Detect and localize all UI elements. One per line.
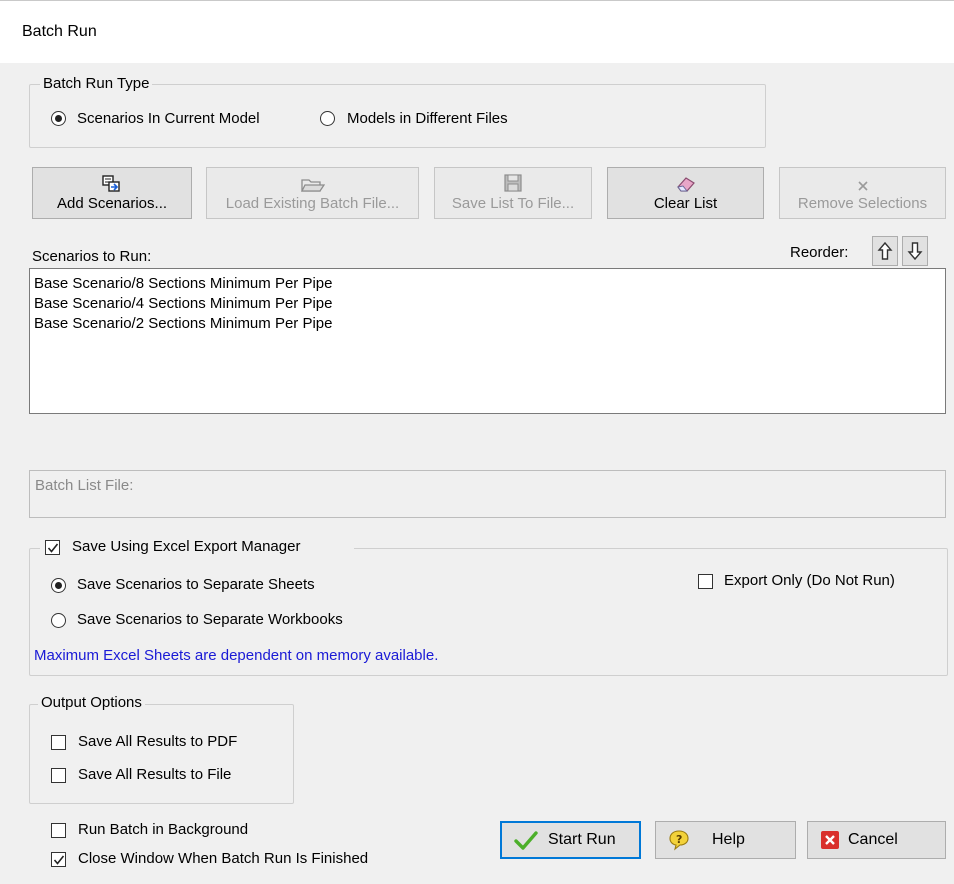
output-options-group bbox=[29, 704, 294, 804]
add-scenarios-label: Add Scenarios... bbox=[56, 195, 168, 212]
scenarios-list[interactable]: Base Scenario/8 Sections Minimum Per Pip… bbox=[29, 268, 946, 414]
run-background-checkbox[interactable] bbox=[51, 823, 66, 838]
batch-list-file-label: Batch List File: bbox=[35, 477, 134, 494]
move-up-button[interactable] bbox=[872, 236, 898, 266]
export-only-checkbox[interactable] bbox=[698, 574, 713, 589]
remove-x-icon bbox=[856, 171, 870, 193]
list-item[interactable]: Base Scenario/2 Sections Minimum Per Pip… bbox=[34, 314, 941, 334]
load-existing-batch-file-button[interactable]: Load Existing Batch File... bbox=[206, 167, 419, 219]
models-different-files-radio[interactable] bbox=[320, 111, 335, 126]
open-folder-icon bbox=[300, 171, 325, 193]
reorder-label: Reorder: bbox=[790, 244, 849, 261]
run-background-label[interactable]: Run Batch in Background bbox=[78, 821, 248, 838]
remove-selections-label: Remove Selections bbox=[797, 195, 928, 212]
scenarios-current-model-label[interactable]: Scenarios In Current Model bbox=[77, 110, 260, 127]
separate-workbooks-label[interactable]: Save Scenarios to Separate Workbooks bbox=[77, 611, 343, 628]
svg-text:?: ? bbox=[676, 833, 682, 846]
batch-list-file-field: Batch List File: bbox=[29, 470, 946, 518]
cancel-button[interactable]: Cancel bbox=[807, 821, 946, 859]
help-button[interactable]: ? Help bbox=[655, 821, 796, 859]
load-existing-batch-file-label: Load Existing Batch File... bbox=[225, 195, 400, 212]
excel-memory-note: Maximum Excel Sheets are dependent on me… bbox=[34, 647, 439, 664]
help-label: Help bbox=[712, 831, 745, 848]
title-bar: Batch Run bbox=[0, 0, 954, 63]
window-title: Batch Run bbox=[22, 23, 97, 40]
save-list-to-file-label: Save List To File... bbox=[451, 195, 575, 212]
cancel-x-icon bbox=[820, 830, 840, 850]
help-icon: ? bbox=[668, 829, 690, 851]
clear-list-label: Clear List bbox=[653, 195, 718, 212]
cancel-label: Cancel bbox=[848, 831, 898, 848]
separate-workbooks-radio[interactable] bbox=[51, 613, 66, 628]
start-run-label: Start Run bbox=[548, 831, 616, 848]
down-arrow-icon bbox=[907, 242, 923, 261]
separate-sheets-label[interactable]: Save Scenarios to Separate Sheets bbox=[77, 576, 315, 593]
remove-selections-button[interactable]: Remove Selections bbox=[779, 167, 946, 219]
save-disk-icon bbox=[503, 171, 523, 193]
save-list-to-file-button[interactable]: Save List To File... bbox=[434, 167, 592, 219]
scenarios-to-run-label: Scenarios to Run: bbox=[32, 248, 152, 265]
export-only-label[interactable]: Export Only (Do Not Run) bbox=[724, 572, 895, 589]
list-item[interactable]: Base Scenario/8 Sections Minimum Per Pip… bbox=[34, 274, 941, 294]
list-item[interactable]: Base Scenario/4 Sections Minimum Per Pip… bbox=[34, 294, 941, 314]
batch-run-type-legend: Batch Run Type bbox=[40, 75, 153, 92]
save-results-pdf-label[interactable]: Save All Results to PDF bbox=[78, 733, 237, 750]
models-different-files-label[interactable]: Models in Different Files bbox=[347, 110, 508, 127]
add-scenarios-icon bbox=[102, 171, 122, 193]
up-arrow-icon bbox=[877, 241, 893, 260]
separate-sheets-radio[interactable] bbox=[51, 578, 66, 593]
move-down-button[interactable] bbox=[902, 236, 928, 266]
save-results-file-label[interactable]: Save All Results to File bbox=[78, 766, 231, 783]
checkmark-icon bbox=[514, 830, 538, 850]
start-run-button[interactable]: Start Run bbox=[500, 821, 641, 859]
save-results-pdf-checkbox[interactable] bbox=[51, 735, 66, 750]
close-window-label[interactable]: Close Window When Batch Run Is Finished bbox=[78, 850, 368, 867]
save-excel-export-label[interactable]: Save Using Excel Export Manager bbox=[72, 538, 300, 555]
eraser-icon bbox=[675, 171, 697, 193]
output-options-legend: Output Options bbox=[38, 694, 145, 711]
clear-list-button[interactable]: Clear List bbox=[607, 167, 764, 219]
scenarios-current-model-radio[interactable] bbox=[51, 111, 66, 126]
close-window-checkbox[interactable] bbox=[51, 852, 66, 867]
save-excel-export-checkbox[interactable] bbox=[45, 540, 60, 555]
save-results-file-checkbox[interactable] bbox=[51, 768, 66, 783]
add-scenarios-button[interactable]: Add Scenarios... bbox=[32, 167, 192, 219]
